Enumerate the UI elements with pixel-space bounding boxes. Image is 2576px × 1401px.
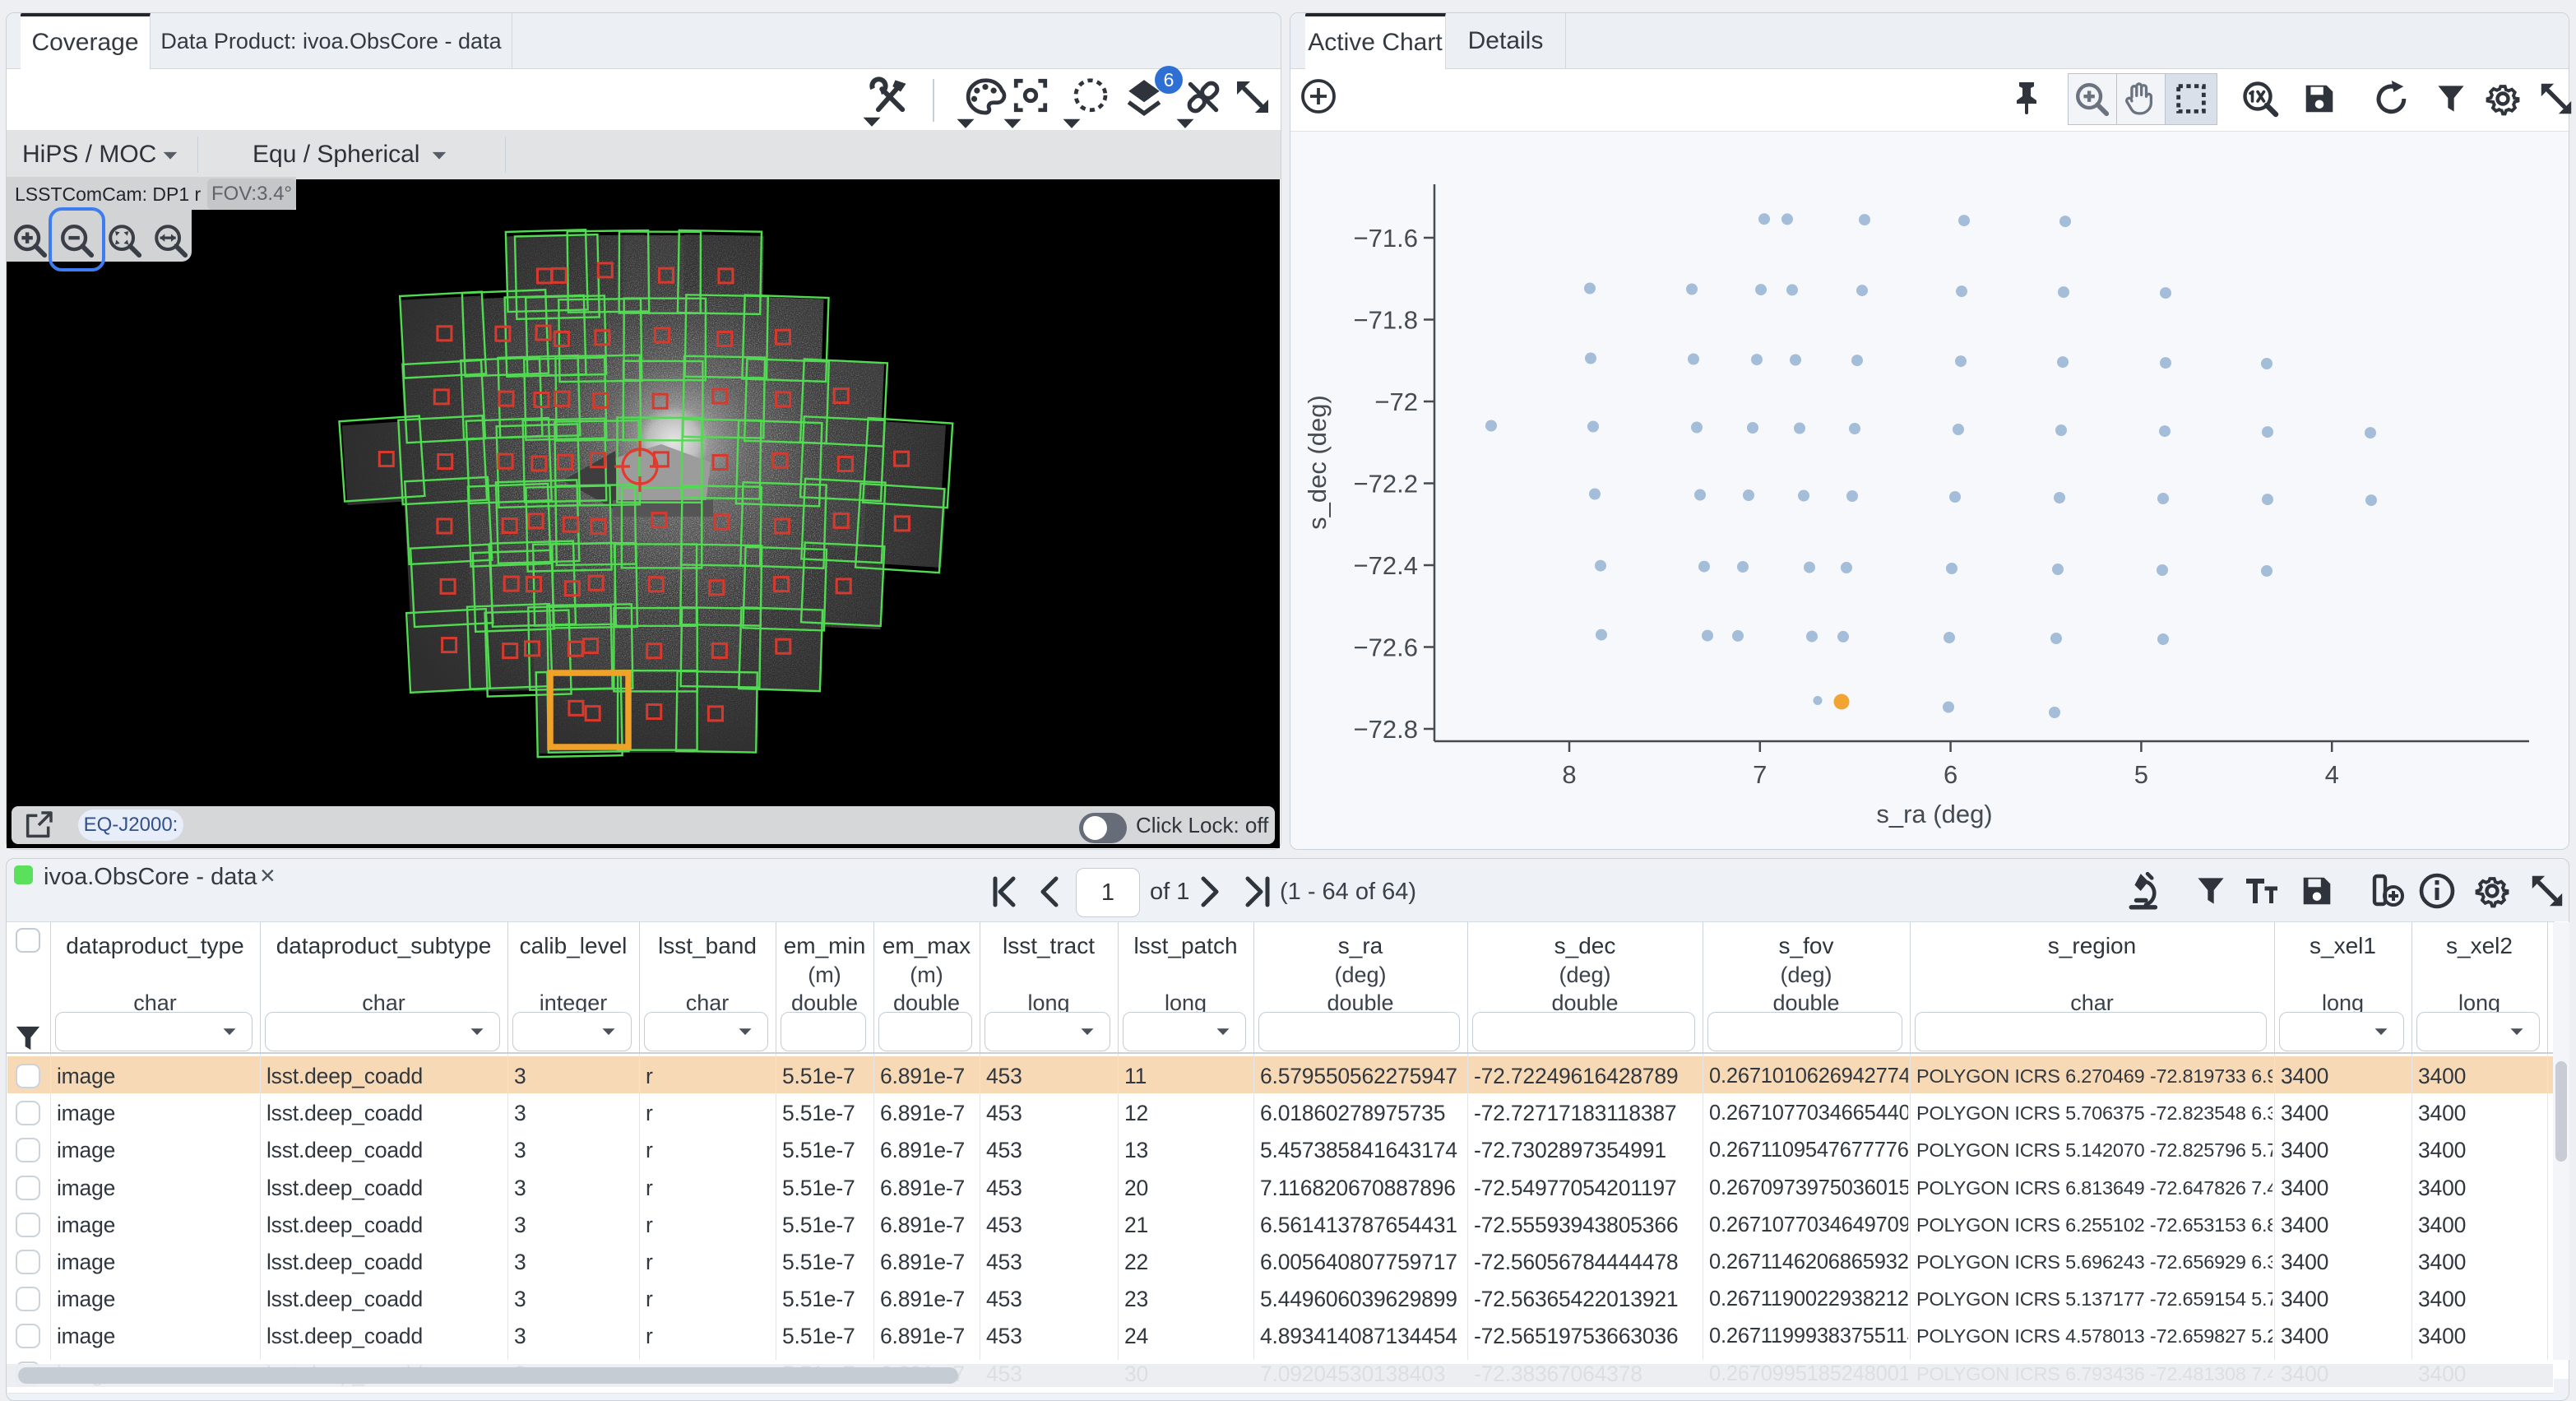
svg-text:4: 4 — [2325, 760, 2339, 789]
svg-text:−72: −72 — [1374, 387, 1418, 416]
svg-text:−72.2: −72.2 — [1354, 470, 1418, 499]
svg-text:−72.6: −72.6 — [1354, 633, 1418, 662]
svg-text:−71.8: −71.8 — [1354, 306, 1418, 335]
svg-text:−72.8: −72.8 — [1354, 715, 1418, 744]
svg-text:−72.4: −72.4 — [1354, 551, 1418, 580]
svg-text:5: 5 — [2134, 760, 2148, 789]
svg-text:8: 8 — [1562, 760, 1576, 789]
svg-text:6: 6 — [1944, 760, 1957, 789]
svg-text:7: 7 — [1753, 760, 1767, 789]
svg-text:−71.6: −71.6 — [1354, 224, 1418, 253]
svg-text:s_dec (deg): s_dec (deg) — [1303, 395, 1332, 530]
svg-text:s_ra (deg): s_ra (deg) — [1876, 800, 1992, 828]
